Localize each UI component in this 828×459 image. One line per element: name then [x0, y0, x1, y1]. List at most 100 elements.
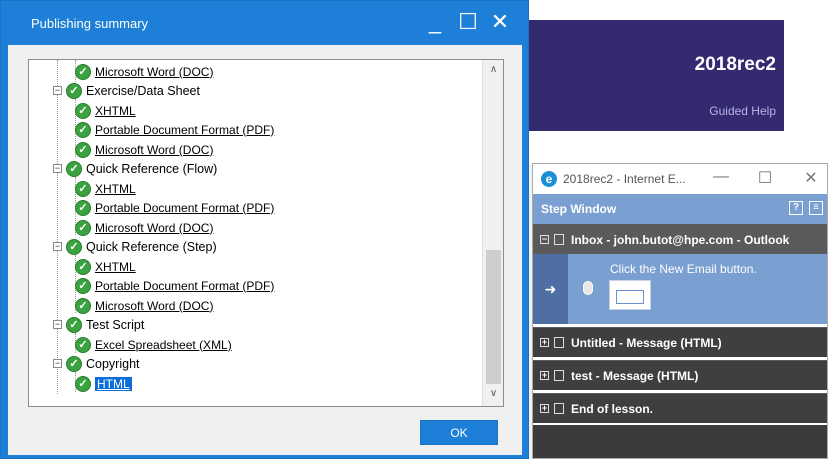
- desktop: 2018rec2 Guided Help Publishing summary …: [0, 0, 828, 459]
- tree-node-label: Copyright: [86, 356, 140, 371]
- vertical-scrollbar[interactable]: ∧ ∨: [482, 60, 503, 406]
- tree-leaf[interactable]: ✓ Microsoft Word (DOC): [75, 218, 213, 237]
- collapse-icon[interactable]: −: [53, 164, 62, 173]
- collapse-icon[interactable]: −: [53, 359, 62, 368]
- tree-leaf[interactable]: ✓ Microsoft Word (DOC): [75, 296, 213, 315]
- tree-node-label: Exercise/Data Sheet: [86, 83, 200, 98]
- step-section-untitled[interactable]: + Untitled - Message (HTML): [533, 327, 827, 357]
- tree-node[interactable]: − ✓ Exercise/Data Sheet: [53, 81, 200, 100]
- tree-leaf-selected[interactable]: ✓ HTML: [75, 374, 132, 393]
- expand-icon[interactable]: +: [540, 338, 549, 347]
- tree-node[interactable]: − ✓ Test Script: [53, 315, 144, 334]
- tree-leaf-label[interactable]: Excel Spreadsheet (XML): [95, 338, 232, 352]
- step-window-label: Step Window: [541, 202, 617, 216]
- tree-leaf-label[interactable]: XHTML: [95, 182, 136, 196]
- scroll-up-icon[interactable]: ∧: [483, 64, 503, 80]
- background-app-title: 2018rec2: [694, 54, 776, 75]
- maximize-button[interactable]: ☐: [755, 168, 775, 188]
- dialog-titlebar[interactable]: Publishing summary _ ☐ ✕: [1, 1, 528, 45]
- tree-connector: [57, 60, 58, 394]
- scrollbar-thumb[interactable]: [486, 250, 501, 384]
- tree-leaf[interactable]: ✓ Microsoft Word (DOC): [75, 62, 213, 81]
- guided-help-link[interactable]: Guided Help: [709, 104, 776, 118]
- dialog-body: ✓ Microsoft Word (DOC) − ✓ Exercise/Data…: [8, 45, 522, 455]
- checkmark-icon: ✓: [75, 258, 91, 275]
- minimize-button[interactable]: _: [422, 9, 448, 35]
- document-icon: [554, 370, 564, 381]
- tree-node-label: Test Script: [86, 317, 145, 332]
- current-step-arrow-icon: ➜: [533, 254, 568, 324]
- collapse-icon[interactable]: −: [53, 320, 62, 329]
- step-section-label: test - Message (HTML): [571, 369, 699, 383]
- collapse-icon[interactable]: −: [53, 86, 62, 95]
- ie-window-title: 2018rec2 - Internet E...: [563, 172, 686, 186]
- publishing-tree[interactable]: ✓ Microsoft Word (DOC) − ✓ Exercise/Data…: [28, 59, 504, 407]
- tree-leaf[interactable]: ✓ Portable Document Format (PDF): [75, 276, 274, 295]
- collapse-icon[interactable]: −: [53, 242, 62, 251]
- checkmark-icon: ✓: [75, 375, 91, 392]
- checkmark-icon: ✓: [75, 121, 91, 138]
- close-button[interactable]: ✕: [801, 168, 821, 188]
- scroll-down-icon[interactable]: ∨: [483, 388, 503, 404]
- background-app-window: 2018rec2 Guided Help: [527, 0, 828, 165]
- collapse-icon[interactable]: −: [540, 235, 549, 244]
- tree-leaf-label[interactable]: Microsoft Word (DOC): [95, 221, 213, 235]
- tree-leaf-label[interactable]: Portable Document Format (PDF): [95, 201, 274, 215]
- checkmark-icon: ✓: [75, 336, 91, 353]
- help-icon[interactable]: ?: [789, 201, 803, 215]
- tree-leaf-label[interactable]: XHTML: [95, 260, 136, 274]
- expand-icon[interactable]: +: [540, 404, 549, 413]
- mouse-click-icon: [583, 281, 593, 295]
- document-icon: [554, 234, 564, 245]
- step-section-test[interactable]: + test - Message (HTML): [533, 360, 827, 390]
- checkmark-icon: ✓: [75, 277, 91, 294]
- tree-leaf[interactable]: ✓ Portable Document Format (PDF): [75, 120, 274, 139]
- step-section-label: Untitled - Message (HTML): [571, 336, 722, 350]
- checkmark-icon: ✓: [66, 238, 82, 255]
- tree-leaf-label[interactable]: XHTML: [95, 104, 136, 118]
- tree-node-label: Quick Reference (Step): [86, 239, 217, 254]
- checkmark-icon: ✓: [75, 180, 91, 197]
- background-app-header: 2018rec2 Guided Help: [528, 20, 784, 131]
- tree-leaf-label[interactable]: Microsoft Word (DOC): [95, 143, 213, 157]
- checkmark-icon: ✓: [75, 141, 91, 158]
- tree-leaf[interactable]: ✓ Microsoft Word (DOC): [75, 140, 213, 159]
- internet-explorer-window: e 2018rec2 - Internet E... — ☐ ✕ Step Wi…: [532, 163, 828, 459]
- checkmark-icon: ✓: [75, 199, 91, 216]
- tree-leaf[interactable]: ✓ XHTML: [75, 101, 136, 120]
- tree-node[interactable]: − ✓ Copyright: [53, 354, 140, 373]
- tree-leaf[interactable]: ✓ Portable Document Format (PDF): [75, 198, 274, 217]
- checkmark-icon: ✓: [66, 316, 82, 333]
- expand-icon[interactable]: ≡: [809, 201, 823, 215]
- active-step[interactable]: ➜ Click the New Email button.: [533, 254, 827, 324]
- minimize-button[interactable]: —: [711, 168, 731, 186]
- step-section-inbox[interactable]: − Inbox - john.butot@hpe.com - Outlook: [533, 224, 827, 254]
- step-window-header: Step Window ? ≡: [533, 194, 827, 224]
- tree-leaf-label[interactable]: Portable Document Format (PDF): [95, 123, 274, 137]
- tree-leaf-label[interactable]: Microsoft Word (DOC): [95, 299, 213, 313]
- ok-button[interactable]: OK: [420, 420, 498, 445]
- tree-leaf[interactable]: ✓ Excel Spreadsheet (XML): [75, 335, 232, 354]
- tree-leaf-label[interactable]: HTML: [95, 376, 132, 391]
- close-button[interactable]: ✕: [487, 9, 513, 35]
- step-section-end[interactable]: + End of lesson.: [533, 393, 827, 423]
- tree-leaf-label[interactable]: Microsoft Word (DOC): [95, 65, 213, 79]
- tree-leaf[interactable]: ✓ XHTML: [75, 179, 136, 198]
- tree-node[interactable]: − ✓ Quick Reference (Flow): [53, 159, 217, 178]
- checkmark-icon: ✓: [66, 160, 82, 177]
- checkmark-icon: ✓: [66, 82, 82, 99]
- tree-node[interactable]: − ✓ Quick Reference (Step): [53, 237, 217, 256]
- tree-content: ✓ Microsoft Word (DOC) − ✓ Exercise/Data…: [29, 60, 482, 406]
- checkmark-icon: ✓: [75, 63, 91, 80]
- step-section-label: End of lesson.: [571, 402, 654, 416]
- active-step-text: Click the New Email button.: [610, 262, 757, 276]
- ie-titlebar[interactable]: e 2018rec2 - Internet E... — ☐ ✕: [533, 164, 827, 194]
- expand-icon[interactable]: +: [540, 371, 549, 380]
- tree-leaf-label[interactable]: Portable Document Format (PDF): [95, 279, 274, 293]
- checkmark-icon: ✓: [75, 102, 91, 119]
- maximize-button[interactable]: ☐: [455, 9, 481, 35]
- step-window-footer: [533, 425, 827, 458]
- checkmark-icon: ✓: [75, 219, 91, 236]
- internet-explorer-icon: e: [541, 171, 557, 187]
- tree-leaf[interactable]: ✓ XHTML: [75, 257, 136, 276]
